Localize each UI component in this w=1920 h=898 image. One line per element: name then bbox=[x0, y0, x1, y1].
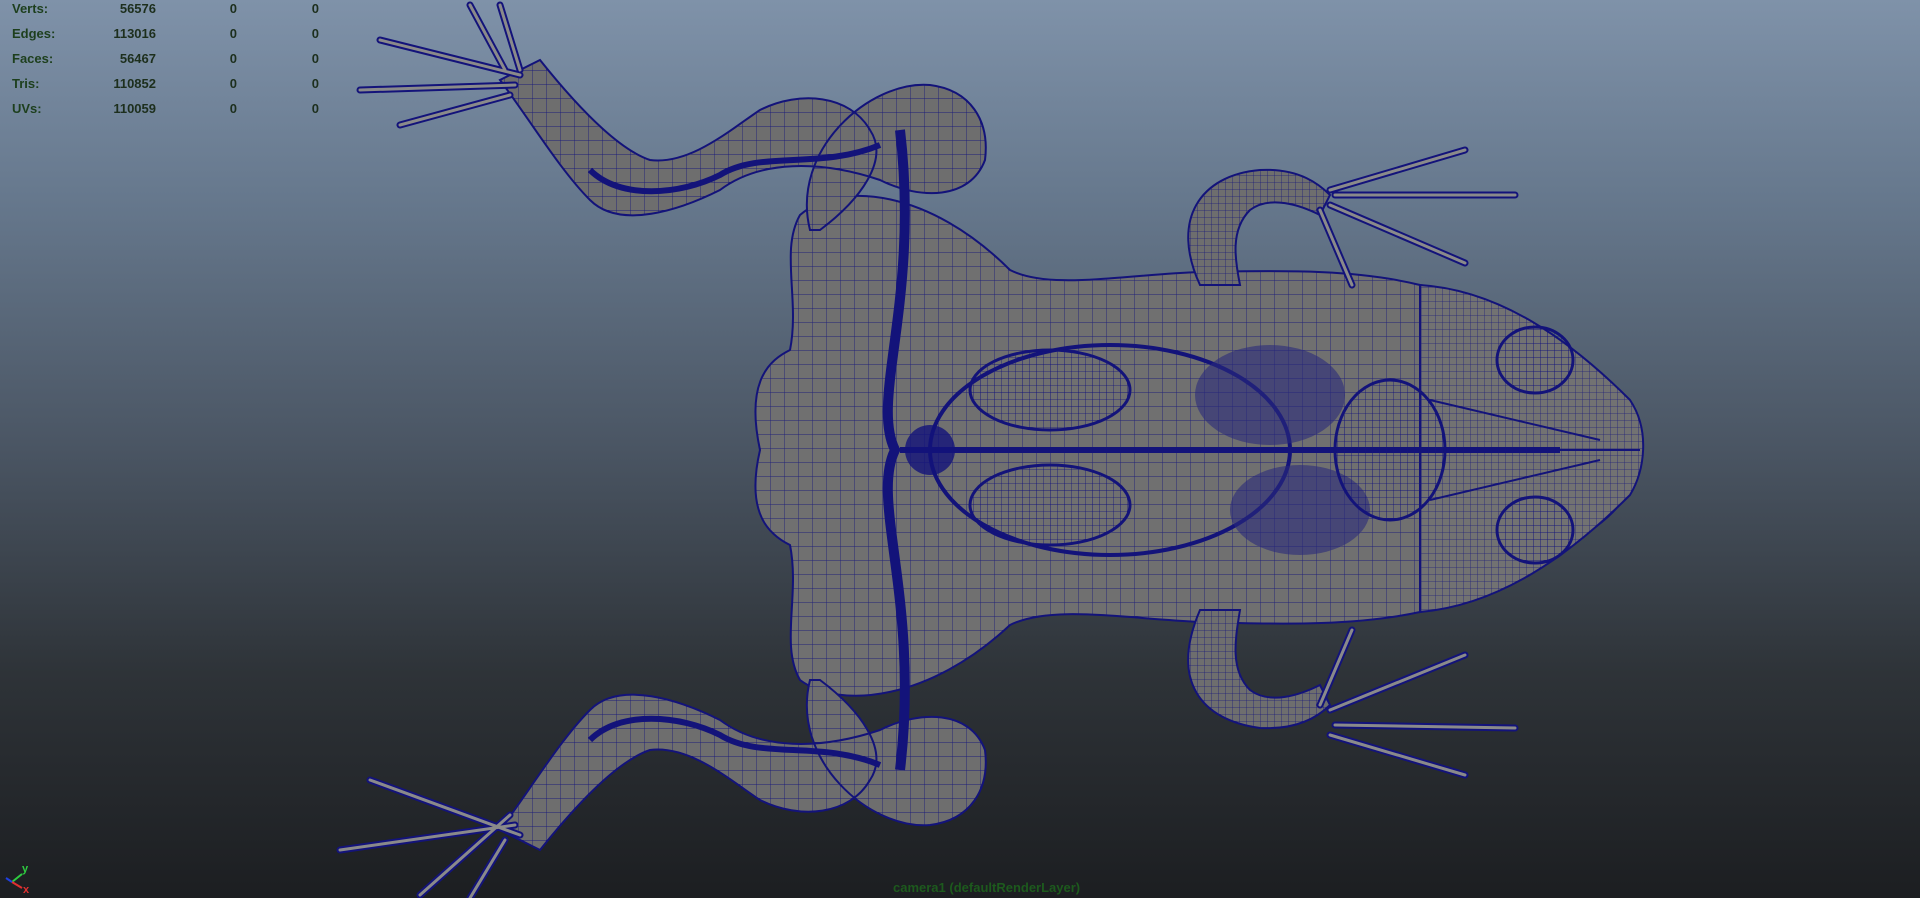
hud-row-tris: Tris: 110852 0 0 bbox=[0, 76, 340, 101]
hud-value: 0 bbox=[229, 51, 237, 66]
camera-label: camera1 (defaultRenderLayer) bbox=[893, 880, 1081, 895]
hud-value: 0 bbox=[311, 51, 319, 66]
hud-value: 113016 bbox=[113, 26, 156, 41]
hud-row-faces: Faces: 56467 0 0 bbox=[0, 51, 340, 76]
hud-label: Verts: bbox=[12, 1, 49, 16]
hind-leg-lower bbox=[336, 679, 987, 898]
hud-value: 0 bbox=[229, 26, 237, 41]
hud-label: Edges: bbox=[12, 26, 56, 41]
hud-value: 0 bbox=[311, 1, 319, 16]
hud-label: Faces: bbox=[12, 51, 54, 66]
hud-value: 110059 bbox=[113, 101, 156, 116]
hud-value: 0 bbox=[311, 26, 319, 41]
hud-value: 110852 bbox=[113, 76, 156, 91]
hud-value: 0 bbox=[229, 101, 237, 116]
hud-row-uvs: UVs: 110059 0 0 bbox=[0, 101, 340, 126]
hud-row-verts: Verts: 56576 0 0 bbox=[0, 1, 340, 26]
hud-label: UVs: bbox=[12, 101, 42, 116]
hud-value: 0 bbox=[311, 101, 319, 116]
maya-viewport[interactable]: Verts: 56576 0 0 Edges: 113016 0 0 Faces… bbox=[0, 0, 1920, 898]
view-axis-icon: y x bbox=[5, 863, 30, 894]
axis-y-label: y bbox=[22, 863, 29, 875]
front-leg-lower bbox=[1187, 609, 1519, 779]
hud-label: Tris: bbox=[12, 76, 40, 91]
poly-count-hud: Verts: 56576 0 0 Edges: 113016 0 0 Faces… bbox=[0, 0, 340, 125]
hud-value: 56576 bbox=[119, 1, 156, 16]
hud-row-edges: Edges: 113016 0 0 bbox=[0, 26, 340, 51]
hud-value: 56467 bbox=[119, 51, 156, 66]
axis-x-label: x bbox=[23, 884, 30, 894]
hud-value: 0 bbox=[229, 1, 237, 16]
hud-value: 0 bbox=[229, 76, 237, 91]
hud-value: 0 bbox=[311, 76, 319, 91]
hind-leg-upper bbox=[356, 1, 987, 231]
frog-wireframe-model[interactable] bbox=[0, 0, 1920, 898]
eye-left bbox=[1495, 325, 1575, 395]
front-leg-upper bbox=[1187, 146, 1519, 289]
eye-right bbox=[1495, 495, 1575, 565]
